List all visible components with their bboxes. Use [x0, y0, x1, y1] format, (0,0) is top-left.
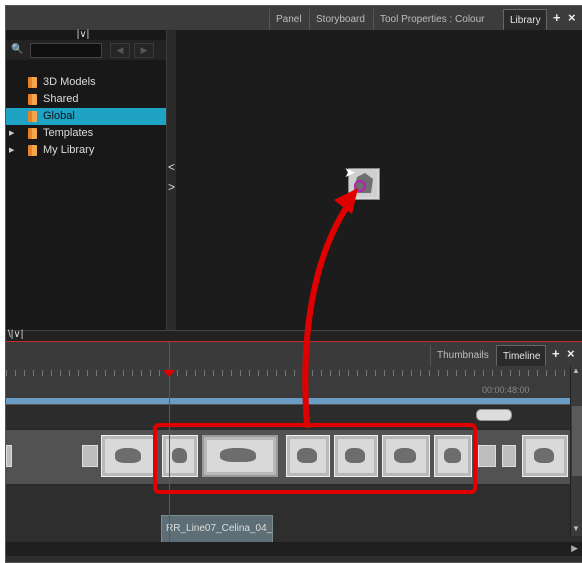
- panel-thumbnail[interactable]: [522, 435, 568, 477]
- horizontal-scrollbar[interactable]: ▶: [6, 542, 582, 556]
- panel-thumbnail[interactable]: [382, 435, 430, 477]
- scroll-right-icon[interactable]: ▶: [571, 543, 578, 554]
- cursor-icon: ➤: [344, 164, 356, 180]
- folder-icon: [28, 145, 37, 156]
- chevron-right-icon[interactable]: ▶: [134, 43, 154, 58]
- panel-thumbnail[interactable]: [101, 435, 157, 477]
- tree-item-templates[interactable]: ▶ Templates: [6, 125, 166, 142]
- panel-art: [386, 439, 426, 473]
- panel-art: [290, 439, 326, 473]
- tab-label: Library: [510, 15, 541, 26]
- storyboard-panel-strip[interactable]: [6, 428, 570, 486]
- collapse-left-icon[interactable]: <: [167, 160, 176, 174]
- collapse-chevron-icon[interactable]: |∨|: [68, 30, 98, 40]
- timeline-range-bar: [6, 398, 570, 404]
- add-tab-plus-icon[interactable]: +: [552, 346, 560, 361]
- panel-thumbnail[interactable]: [82, 445, 98, 467]
- tab-label: Timeline: [503, 351, 541, 362]
- chevron-left-icon[interactable]: ◀: [110, 43, 130, 58]
- panel-art: [338, 439, 374, 473]
- tab-panel[interactable]: Panel: [269, 9, 309, 30]
- timecode-readout: 00:00:48:00: [482, 385, 530, 395]
- playhead-line[interactable]: [169, 342, 170, 542]
- tree-item-label: Templates: [43, 127, 94, 139]
- scroll-down-icon[interactable]: ▼: [572, 524, 580, 533]
- panel-art: [526, 439, 564, 473]
- library-content-area[interactable]: ➤: [176, 30, 582, 330]
- panel-thumbnail[interactable]: [502, 445, 516, 467]
- zoom-row: [6, 405, 570, 423]
- tab-label: Thumbnails: [437, 350, 489, 361]
- tree-item-global[interactable]: Global: [6, 108, 166, 125]
- panel-thumbnail[interactable]: [434, 435, 472, 477]
- panel-art: [105, 439, 153, 473]
- tree-item-3d-models[interactable]: 3D Models: [6, 74, 166, 91]
- horizontal-panel-divider[interactable]: \|∨|: [6, 329, 582, 342]
- scroll-thumb[interactable]: [572, 406, 582, 476]
- tab-label: Tool Properties : Colour: [380, 14, 485, 25]
- audio-clip-label: RR_Line07_Celina_04_: [166, 523, 273, 534]
- application-window: Panel Storyboard Tool Properties : Colou…: [5, 5, 582, 563]
- panel-thumbnail[interactable]: [162, 435, 198, 477]
- panel-art: [166, 439, 194, 473]
- folder-icon: [28, 77, 37, 88]
- folder-icon: [28, 128, 37, 139]
- tab-thumbnails[interactable]: Thumbnails: [430, 345, 496, 366]
- collapse-chevron-icon[interactable]: \|∨|: [8, 329, 23, 340]
- tab-label: Panel: [276, 14, 302, 25]
- tree-item-my-library[interactable]: ▶ My Library: [6, 142, 166, 159]
- expand-right-icon[interactable]: >: [167, 180, 176, 194]
- timeline-panel: Thumbnails Timeline + × 00:00:48:00 RR_L…: [6, 342, 582, 562]
- panel-thumbnail-selected[interactable]: [202, 435, 278, 477]
- search-input[interactable]: [30, 43, 102, 58]
- tab-library[interactable]: Library: [503, 9, 547, 30]
- scroll-up-icon[interactable]: ▲: [572, 366, 580, 375]
- search-icon: 🔍: [11, 44, 24, 55]
- tree-item-label: 3D Models: [43, 76, 96, 88]
- expand-arrow-icon[interactable]: ▶: [9, 142, 14, 159]
- tree-item-label: My Library: [43, 144, 95, 156]
- panel-thumbnail[interactable]: [286, 435, 330, 477]
- ruler-ticks: [6, 370, 570, 376]
- panel-art: [207, 440, 273, 472]
- library-tree: 3D Models Shared Global ▶ Templates ▶ My…: [6, 74, 166, 159]
- zoom-slider-handle[interactable]: [476, 409, 512, 421]
- tab-timeline[interactable]: Timeline: [496, 345, 546, 366]
- tree-item-shared[interactable]: Shared: [6, 91, 166, 108]
- panel-thumbnail[interactable]: [334, 435, 378, 477]
- folder-icon: [28, 94, 37, 105]
- library-search-row: 🔍 ◀ ▶: [6, 40, 166, 60]
- timeline-ruler[interactable]: 00:00:48:00: [6, 366, 570, 405]
- library-tree-panel: |∨| 🔍 ◀ ▶ 3D Models Shared Global ▶ Temp…: [6, 30, 167, 330]
- add-tab-plus-icon[interactable]: +: [553, 10, 561, 25]
- tree-item-label: Global: [43, 110, 75, 122]
- audio-clip[interactable]: RR_Line07_Celina_04_: [161, 515, 273, 543]
- folder-icon: [28, 111, 37, 122]
- tree-item-label: Shared: [43, 93, 79, 105]
- expand-arrow-icon[interactable]: ▶: [9, 125, 14, 142]
- tab-tool-properties-colour[interactable]: Tool Properties : Colour: [373, 9, 503, 30]
- close-panel-icon[interactable]: ×: [567, 346, 575, 361]
- top-tab-bar: Panel Storyboard Tool Properties : Colou…: [6, 6, 582, 31]
- close-panel-icon[interactable]: ×: [568, 10, 576, 25]
- tab-storyboard[interactable]: Storyboard: [309, 9, 373, 30]
- panel-thumbnail[interactable]: [6, 445, 12, 467]
- panel-art: [438, 439, 468, 473]
- bottom-tab-bar: Thumbnails Timeline + ×: [6, 342, 582, 366]
- panel-thumbnail[interactable]: [478, 445, 496, 467]
- tab-label: Storyboard: [316, 14, 365, 25]
- vertical-scrollbar[interactable]: ▲ ▼: [570, 366, 582, 536]
